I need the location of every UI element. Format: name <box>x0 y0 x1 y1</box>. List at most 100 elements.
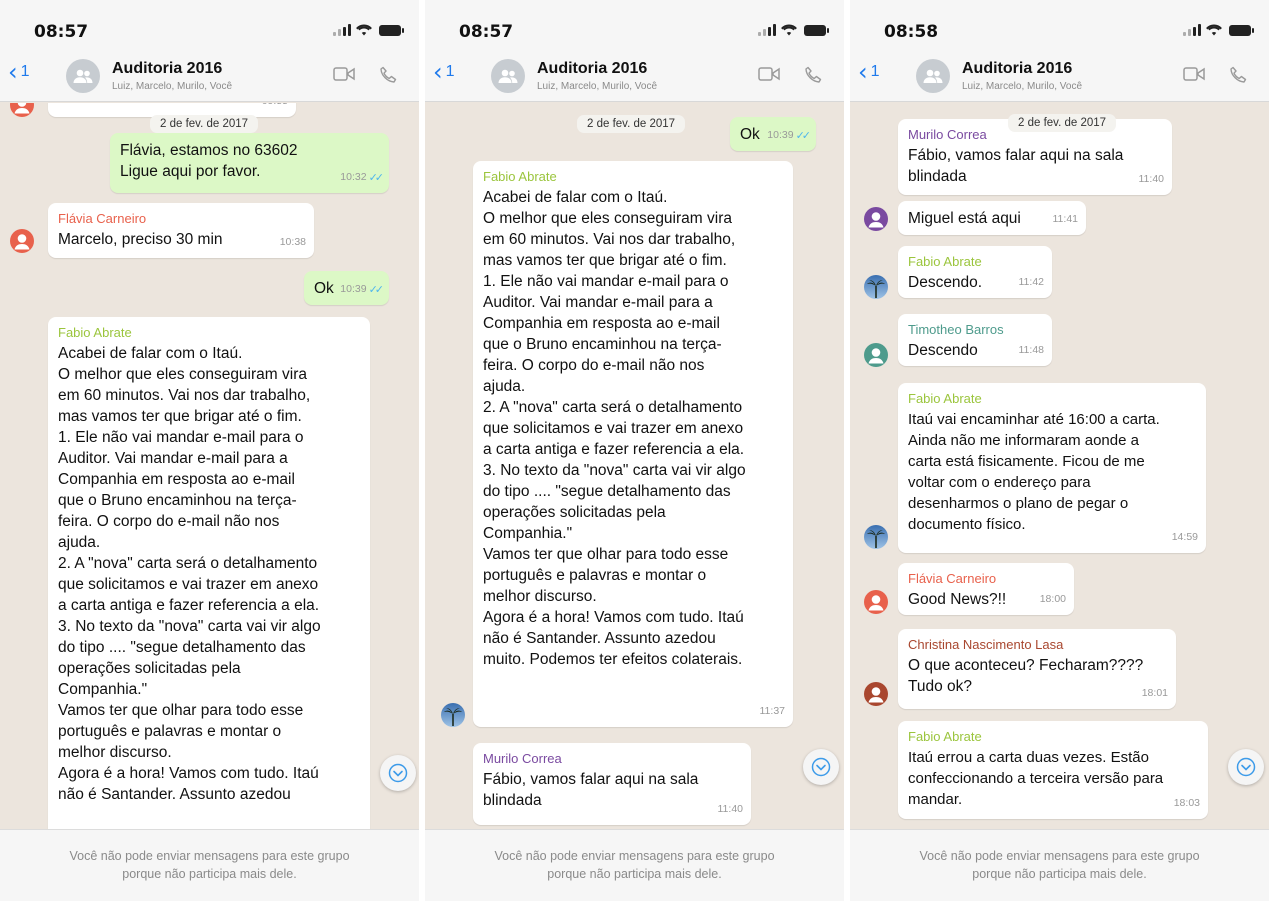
avatar-fabio <box>864 525 888 549</box>
chat-screen-3: 08:58 ‹ 1 Auditoria 2016 Luiz, Marcelo, M… <box>850 0 1269 901</box>
sender-name: Christina Nascimento Lasa <box>908 637 1064 652</box>
message-text: O que aconteceu? Fecharam???? Tudo ok? <box>908 657 1144 695</box>
message-text: Fábio, vamos falar aqui na sala blindada <box>483 771 699 809</box>
sender-name: Fabio Abrate <box>908 729 982 744</box>
group-members: Luiz, Marcelo, Murilo, Você <box>537 81 658 92</box>
message-list[interactable]: 09:55 2 de fev. de 2017 Flávia, estamos … <box>0 103 419 829</box>
chevron-left-icon: ‹ <box>858 58 868 86</box>
message-bubble-incoming[interactable]: Fabio Abrate Itaú errou a carta duas vez… <box>898 721 1208 819</box>
message-text: Acabei de falar com o Itaú. O melhor que… <box>483 189 746 668</box>
message-bubble-incoming[interactable]: Flávia Carneiro Good News?!! 18:00 <box>898 563 1074 615</box>
group-left-notice: Você não pode enviar mensagens para este… <box>850 829 1269 901</box>
video-call-icon[interactable] <box>758 66 780 82</box>
wifi-icon <box>781 24 797 36</box>
status-bar: 08:57 <box>0 0 419 50</box>
chat-header: ‹ 1 Auditoria 2016 Luiz, Marcelo, Murilo,… <box>0 50 419 102</box>
video-call-icon[interactable] <box>333 66 355 82</box>
unread-count: 1 <box>870 63 880 80</box>
sender-name: Flávia Carneiro <box>58 211 147 226</box>
sender-name: Timotheo Barros <box>908 322 1004 337</box>
message-bubble-outgoing[interactable]: Ok 10:39 ✓✓ <box>304 271 389 305</box>
message-list[interactable]: Murilo Correa Fábio, vamos falar aqui na… <box>850 103 1269 829</box>
date-chip: 2 de fev. de 2017 <box>1008 114 1117 132</box>
avatar-timotheo <box>864 343 888 367</box>
message-text: Itaú errou a carta duas vezes. Estão con… <box>908 749 1164 808</box>
message-bubble-incoming[interactable]: Fabio Abrate Acabei de falar com o Itaú.… <box>48 317 370 829</box>
sender-name: Fabio Abrate <box>908 391 982 406</box>
group-avatar[interactable] <box>491 59 525 93</box>
message-bubble-incoming[interactable]: Timotheo Barros Descendo 11:48 <box>898 314 1052 366</box>
group-title[interactable]: Auditoria 2016 <box>112 60 222 78</box>
status-bar: 08:57 <box>425 0 844 50</box>
message-bubble-outgoing[interactable]: Ok 10:39 ✓✓ <box>730 117 816 151</box>
back-button[interactable]: ‹ 1 <box>8 58 30 86</box>
message-time: 18:00 <box>1039 593 1066 605</box>
message-time: 09:55 <box>262 103 288 112</box>
group-avatar[interactable] <box>66 59 100 93</box>
avatar-fabio <box>441 703 465 727</box>
phone-call-icon[interactable] <box>804 66 822 84</box>
battery-icon <box>1229 24 1254 36</box>
scroll-down-button[interactable] <box>380 755 416 791</box>
message-time: 10:32 ✓✓ <box>340 167 385 188</box>
chat-screen-1: 08:57 ‹ 1 Auditoria 2016 Luiz, Marcelo, M… <box>0 0 419 901</box>
phone-call-icon[interactable] <box>1229 66 1247 84</box>
group-title[interactable]: Auditoria 2016 <box>537 60 647 78</box>
message-bubble-incoming[interactable]: Fabio Abrate Descendo. 11:42 <box>898 246 1052 298</box>
chat-screen-2: 08:57 ‹ 1 Auditoria 2016 Luiz, Marcelo, M… <box>425 0 844 901</box>
back-button[interactable]: ‹ 1 <box>858 58 880 86</box>
status-icons <box>1183 24 1254 36</box>
group-icon <box>923 69 943 83</box>
read-receipt-icon: ✓✓ <box>368 171 385 184</box>
chat-header: ‹ 1 Auditoria 2016 Luiz, Marcelo, Murilo,… <box>850 50 1269 102</box>
wifi-icon <box>356 24 372 36</box>
unread-count: 1 <box>445 63 455 80</box>
avatar-flavia <box>864 590 888 614</box>
message-bubble-outgoing[interactable]: Flávia, estamos no 63602 Ligue aqui por … <box>110 133 389 193</box>
back-button[interactable]: ‹ 1 <box>433 60 455 84</box>
message-time: 10:39 ✓✓ <box>767 125 812 146</box>
sender-name: Fabio Abrate <box>58 325 132 340</box>
group-icon <box>73 69 93 83</box>
chevron-down-circle-icon <box>1236 757 1256 777</box>
message-bubble-incoming[interactable]: Miguel está aqui 11:41 <box>898 201 1086 235</box>
group-avatar[interactable] <box>916 59 950 93</box>
status-icons <box>333 24 404 36</box>
scroll-down-button[interactable] <box>1228 749 1264 785</box>
avatar-christina <box>864 682 888 706</box>
read-receipt-icon: ✓✓ <box>795 129 812 142</box>
group-title[interactable]: Auditoria 2016 <box>962 60 1072 78</box>
clock: 08:57 <box>459 22 514 42</box>
date-chip: 2 de fev. de 2017 <box>150 115 259 133</box>
message-bubble-incoming[interactable]: Flávia Carneiro Marcelo, preciso 30 min … <box>48 203 314 258</box>
group-left-notice: Você não pode enviar mensagens para este… <box>425 829 844 901</box>
chevron-left-icon: ‹ <box>8 58 18 86</box>
chevron-down-circle-icon <box>388 763 408 783</box>
phone-call-icon[interactable] <box>379 66 397 84</box>
message-bubble-incoming[interactable]: Christina Nascimento Lasa O que acontece… <box>898 629 1176 709</box>
message-text: Fábio, vamos falar aqui na sala blindada <box>908 147 1124 185</box>
video-call-icon[interactable] <box>1183 66 1205 82</box>
message-time: 18:03 <box>1173 797 1200 809</box>
message-text: Itaú vai encaminhar até 16:00 a carta. A… <box>908 411 1160 533</box>
sender-name: Fabio Abrate <box>483 169 557 184</box>
message-time: 11:41 <box>1052 213 1079 225</box>
message-time: 11:40 <box>1138 173 1165 185</box>
status-bar: 08:58 <box>850 0 1269 50</box>
chat-header: ‹ 1 Auditoria 2016 Luiz, Marcelo, Murilo,… <box>425 50 844 102</box>
message-time: 10:38 <box>279 236 306 248</box>
signal-icon <box>758 24 776 36</box>
message-bubble-incoming[interactable]: Fabio Abrate Itaú vai encaminhar até 16:… <box>898 383 1206 553</box>
date-chip: 2 de fev. de 2017 <box>577 115 686 133</box>
message-bubble-incoming[interactable]: Murilo Correa Fábio, vamos falar aqui na… <box>473 743 751 825</box>
chevron-down-circle-icon <box>811 757 831 777</box>
avatar-fabio <box>864 275 888 299</box>
message-time: 11:40 <box>717 803 744 815</box>
read-receipt-icon: ✓✓ <box>368 283 385 296</box>
message-list[interactable]: 2 de fev. de 2017 Ok 10:39 ✓✓ Fabio Abrat… <box>425 103 844 829</box>
group-icon <box>498 69 518 83</box>
scroll-down-button[interactable] <box>803 749 839 785</box>
message-bubble-incoming[interactable]: Fabio Abrate Acabei de falar com o Itaú.… <box>473 161 793 727</box>
message-time: 10:39 ✓✓ <box>340 279 385 300</box>
avatar-murilo <box>864 207 888 231</box>
